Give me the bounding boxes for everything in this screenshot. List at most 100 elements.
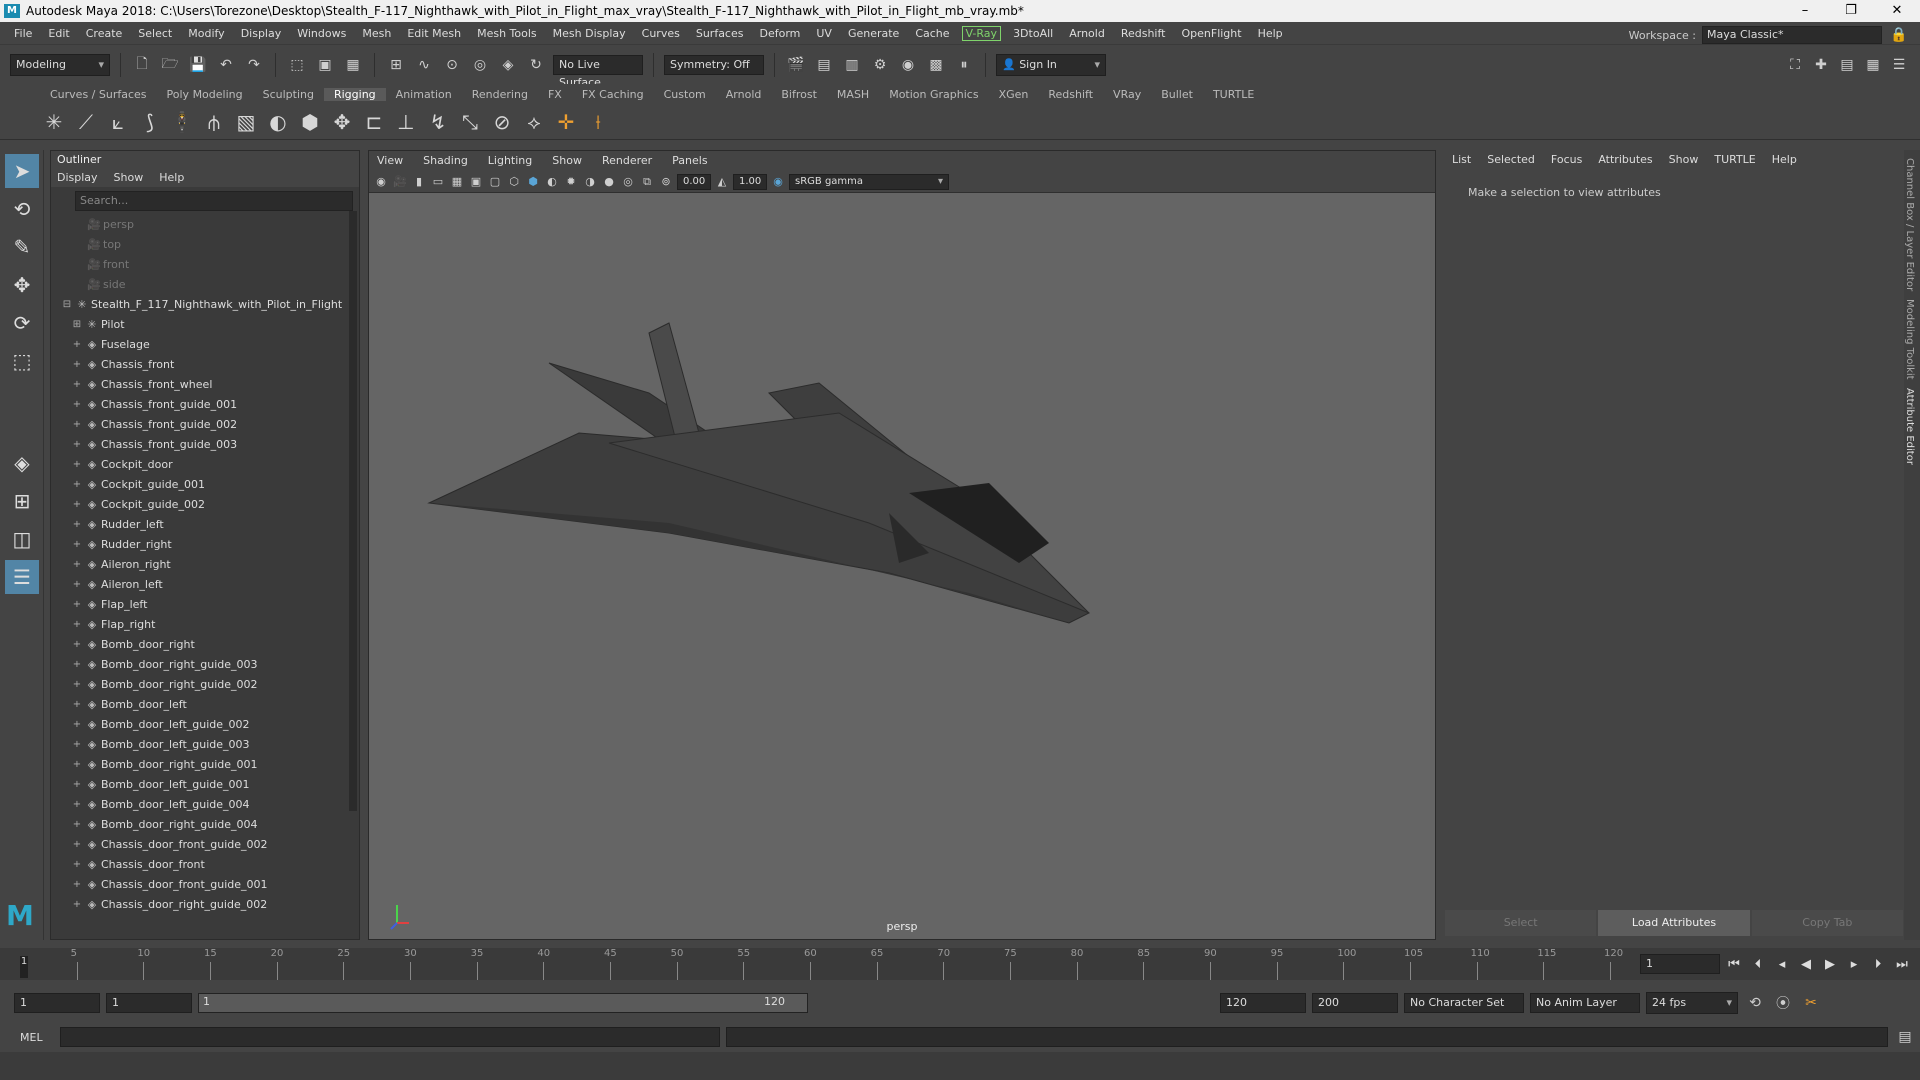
play-forwards-icon[interactable]: ▶ xyxy=(1820,957,1840,972)
shelf-tab-rigging[interactable]: Rigging xyxy=(323,87,386,101)
expand-toggle-icon[interactable]: + xyxy=(71,415,83,435)
four-view-layout-icon[interactable]: ⊞ xyxy=(5,484,39,518)
character-controls-icon[interactable]: ✚ xyxy=(1810,54,1832,76)
outliner-item[interactable]: + ◈ Cockpit_guide_001 xyxy=(51,475,359,495)
copy-tab-button[interactable]: Copy Tab xyxy=(1751,910,1903,936)
step-forward-frame-icon[interactable]: ▸ xyxy=(1844,957,1864,972)
outliner-item[interactable]: + ◈ Chassis_front_guide_003 xyxy=(51,435,359,455)
expand-toggle-icon[interactable]: + xyxy=(71,855,83,875)
menu-openflight[interactable]: OpenFlight xyxy=(1173,27,1249,40)
expand-toggle-icon[interactable]: + xyxy=(71,615,83,635)
outliner-root-group[interactable]: ⊟ ✳ Stealth_F_117_Nighthawk_with_Pilot_in_… xyxy=(51,295,359,315)
ae-menu-selected[interactable]: Selected xyxy=(1487,150,1535,170)
expand-toggle-icon[interactable]: + xyxy=(71,895,83,915)
outliner-item[interactable]: + ◈ Bomb_door_left_guide_001 xyxy=(51,775,359,795)
outliner-item[interactable]: + ◈ Bomb_door_left_guide_003 xyxy=(51,735,359,755)
shelf-tab-sculpting[interactable]: Sculpting xyxy=(253,88,324,101)
anim-preferences-icon[interactable]: ✂ xyxy=(1800,992,1822,1014)
expand-toggle-icon[interactable]: + xyxy=(71,375,83,395)
attribute-editor-toggle-icon[interactable]: ▤ xyxy=(1836,54,1858,76)
parent-constraint-icon[interactable]: ⊏ xyxy=(360,108,388,136)
rotate-tool-icon[interactable]: ⟳ xyxy=(5,306,39,340)
snap-view-icon[interactable]: ◎ xyxy=(469,54,491,76)
minimize-button[interactable]: – xyxy=(1782,0,1828,22)
ambient-occlusion-icon[interactable]: ● xyxy=(601,174,617,190)
outliner-layout-icon[interactable]: ☰ xyxy=(5,560,39,594)
shelf-tab-turtle[interactable]: TURTLE xyxy=(1203,88,1264,101)
wireframe-icon[interactable]: ⬡ xyxy=(506,174,522,190)
lasso-tool-icon[interactable]: ⟲ xyxy=(5,192,39,226)
menu-edit-mesh[interactable]: Edit Mesh xyxy=(399,27,469,40)
humanik-icon[interactable]: ⫛ xyxy=(200,108,228,136)
single-perspective-layout-icon[interactable]: ◈ xyxy=(5,446,39,480)
outliner-menu-show[interactable]: Show xyxy=(114,169,144,187)
viewport-menu-panels[interactable]: Panels xyxy=(672,151,707,171)
lock-icon[interactable]: 🔒 xyxy=(1888,24,1910,46)
range-slider[interactable]: 1 120 xyxy=(198,993,808,1013)
outliner-item[interactable]: + ◈ Chassis_door_right_guide_002 xyxy=(51,895,359,915)
snap-curve-icon[interactable]: ∿ xyxy=(413,54,435,76)
outliner-item[interactable]: + ◈ Chassis_door_front_guide_001 xyxy=(51,875,359,895)
viewport-menu-view[interactable]: View xyxy=(377,151,403,171)
expand-toggle-icon[interactable]: + xyxy=(71,435,83,455)
step-back-key-icon[interactable]: ⏴ xyxy=(1748,957,1768,972)
pole-vector-constraint-icon[interactable]: ⟡ xyxy=(520,108,548,136)
workspace-dropdown[interactable]: Maya Classic* xyxy=(1702,26,1882,44)
shelf-tab-arnold[interactable]: Arnold xyxy=(716,88,772,101)
shelf-tab-fx[interactable]: FX xyxy=(538,88,572,101)
expand-toggle-icon[interactable]: + xyxy=(71,835,83,855)
lattice-icon[interactable]: ⬢ xyxy=(296,108,324,136)
new-scene-icon[interactable]: 🗋 xyxy=(131,54,153,76)
outliner-item[interactable]: + ◈ Cockpit_guide_002 xyxy=(51,495,359,515)
maximize-button[interactable]: ❐ xyxy=(1828,0,1874,22)
shadows-icon[interactable]: ◑ xyxy=(582,174,598,190)
expand-toggle-icon[interactable]: + xyxy=(71,635,83,655)
end-time-field[interactable]: 200 xyxy=(1312,993,1398,1013)
expand-toggle-icon[interactable]: + xyxy=(71,395,83,415)
outliner-item[interactable]: + ◈ Aileron_right xyxy=(51,555,359,575)
viewport-menu-show[interactable]: Show xyxy=(552,151,582,171)
outliner-item[interactable]: + ◈ Bomb_door_left_guide_004 xyxy=(51,795,359,815)
shelf-tab-fx-caching[interactable]: FX Caching xyxy=(572,88,654,101)
expand-toggle-icon[interactable]: + xyxy=(71,495,83,515)
menu-surfaces[interactable]: Surfaces xyxy=(688,27,752,40)
scale-tool-icon[interactable]: ⬚ xyxy=(5,344,39,378)
outliner-item[interactable]: + ◈ Chassis_door_front xyxy=(51,855,359,875)
scale-constraint-icon[interactable]: ⤡ xyxy=(456,108,484,136)
outliner-item[interactable]: + ◈ Flap_right xyxy=(51,615,359,635)
ae-menu-attributes[interactable]: Attributes xyxy=(1598,150,1652,170)
shelf-tab-custom[interactable]: Custom xyxy=(654,88,716,101)
locator-icon[interactable]: ✛ xyxy=(552,108,580,136)
outliner-item[interactable]: + ◈ Bomb_door_left xyxy=(51,695,359,715)
snap-grid-icon[interactable]: ⊞ xyxy=(385,54,407,76)
outliner-menu-display[interactable]: Display xyxy=(57,169,98,187)
expand-toggle-icon[interactable]: + xyxy=(71,575,83,595)
insert-joint-icon[interactable]: ⟋ xyxy=(72,108,100,136)
ae-select-button[interactable]: Select xyxy=(1445,910,1597,936)
cluster-deformer-icon[interactable]: ⟊ xyxy=(584,108,612,136)
menu-arnold[interactable]: Arnold xyxy=(1061,27,1113,40)
outliner-camera-front[interactable]: 🎥 front xyxy=(51,255,359,275)
outliner-item[interactable]: + ◈ Aileron_left xyxy=(51,575,359,595)
menu-curves[interactable]: Curves xyxy=(634,27,688,40)
outliner-item[interactable]: + ◈ Cockpit_door xyxy=(51,455,359,475)
current-frame-field[interactable]: 1 xyxy=(1640,954,1720,974)
expand-toggle-icon[interactable]: + xyxy=(71,355,83,375)
select-component-icon[interactable]: ▦ xyxy=(342,54,364,76)
outliner-item[interactable]: + ◈ Chassis_front_guide_002 xyxy=(51,415,359,435)
exposure-icon[interactable]: ⊚ xyxy=(658,174,674,190)
expand-toggle-icon[interactable]: + xyxy=(71,875,83,895)
aim-constraint-icon[interactable]: ⊘ xyxy=(488,108,516,136)
viewport-canvas[interactable]: persp xyxy=(369,193,1435,939)
ik-spline-icon[interactable]: ⟆ xyxy=(136,108,164,136)
exposure-field[interactable]: 0.00 xyxy=(677,173,711,190)
expand-toggle-icon[interactable]: + xyxy=(71,475,83,495)
film-gate-icon[interactable]: ▣ xyxy=(468,174,484,190)
script-editor-icon[interactable]: ▤ xyxy=(1894,1026,1916,1048)
expand-toggle-icon[interactable]: + xyxy=(71,695,83,715)
menu-file[interactable]: File xyxy=(6,27,40,40)
ae-menu-turtle[interactable]: TURTLE xyxy=(1714,150,1755,170)
menu-mesh-tools[interactable]: Mesh Tools xyxy=(469,27,545,40)
time-slider[interactable]: 5 10 15 20 25 30 35 40 45 50 55 60 65 70 75 80 85 90 95 100… xyxy=(0,948,1920,980)
anim-layer-dropdown[interactable]: No Anim Layer xyxy=(1530,993,1640,1013)
